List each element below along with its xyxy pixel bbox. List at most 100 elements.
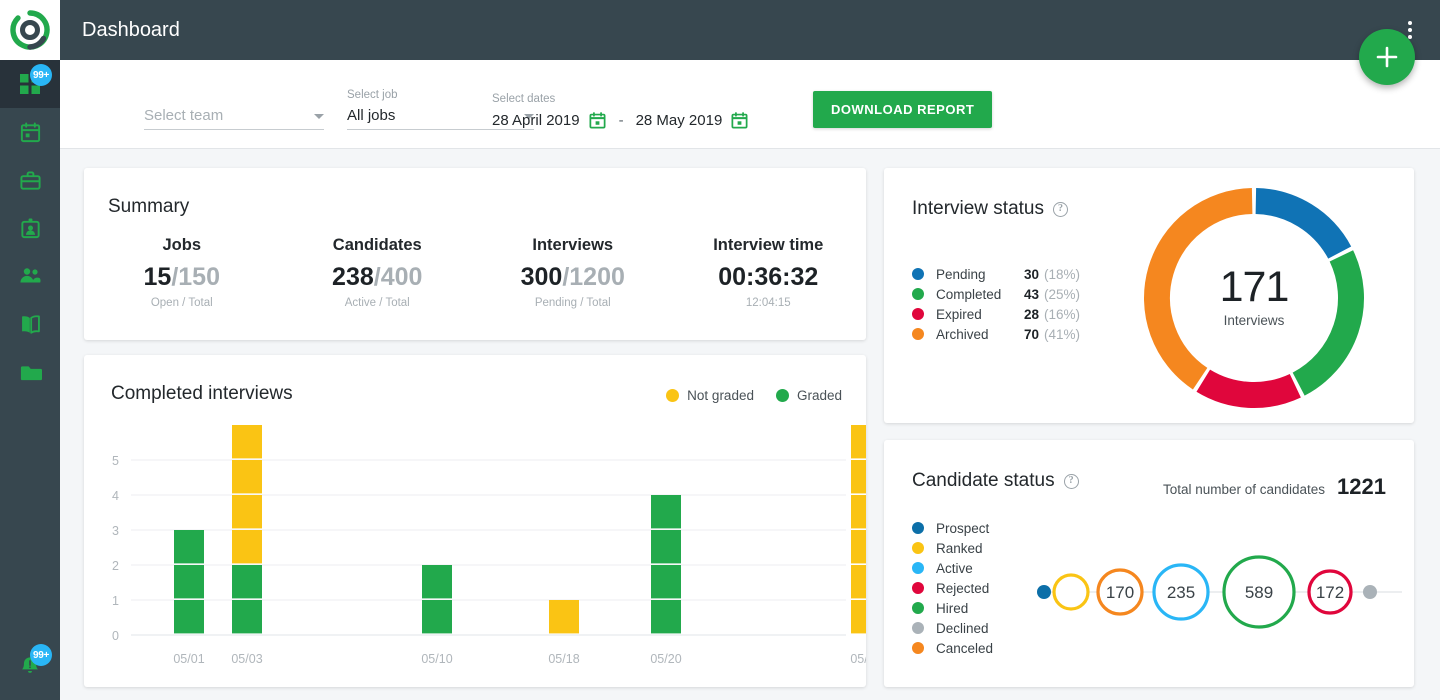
candidate-status-title-text: Candidate status bbox=[912, 470, 1055, 491]
interview-legend-row[interactable]: Completed 43 (25%) bbox=[912, 284, 1080, 304]
sidebar-item-library[interactable] bbox=[0, 300, 60, 348]
bar-segment[interactable] bbox=[422, 565, 452, 599]
chevron-down-icon bbox=[314, 114, 324, 119]
bar-segment[interactable] bbox=[851, 425, 881, 459]
summary-stat-label: Jobs bbox=[162, 236, 201, 254]
candidate-legend-row[interactable]: Hired bbox=[912, 598, 993, 618]
x-axis-tick-label: 05/01 bbox=[173, 652, 204, 666]
bar-chart-plot: 0 1 2 3 4 5 05/01 05/03 05/10 05/18 05/20 05/29 bbox=[84, 417, 882, 679]
legend-count: 28 bbox=[1024, 306, 1040, 322]
bar-segment[interactable] bbox=[232, 600, 262, 634]
bar-segment[interactable] bbox=[174, 565, 204, 599]
y-axis-tick-label: 5 bbox=[112, 454, 119, 468]
bar-segment[interactable] bbox=[851, 565, 881, 599]
bar-segment[interactable] bbox=[232, 425, 262, 459]
legend-count: 70 bbox=[1024, 326, 1040, 342]
bar-segment[interactable] bbox=[851, 460, 881, 494]
date-from-value[interactable]: 28 April 2019 bbox=[492, 112, 580, 129]
candidate-legend-row[interactable]: Ranked bbox=[912, 538, 993, 558]
sidebar-item-dashboard[interactable]: 99+ bbox=[0, 60, 60, 108]
bar-segment[interactable] bbox=[232, 460, 262, 494]
legend-count: 43 bbox=[1024, 286, 1040, 302]
legend-percent: (16%) bbox=[1044, 306, 1081, 322]
bar-segment[interactable] bbox=[232, 530, 262, 564]
candidate-legend-row[interactable]: Active bbox=[912, 558, 993, 578]
team-select[interactable]: Select team bbox=[144, 107, 324, 130]
bar-segment[interactable] bbox=[232, 495, 262, 529]
chart-legend: Not graded Graded bbox=[666, 388, 842, 403]
interview-status-title-text: Interview status bbox=[912, 198, 1044, 219]
bubble[interactable] bbox=[1052, 573, 1090, 611]
users-icon bbox=[20, 268, 41, 283]
legend-color-dot bbox=[912, 328, 924, 340]
legend-label: Not graded bbox=[687, 388, 754, 403]
bar-segment[interactable] bbox=[174, 530, 204, 564]
bar-segment[interactable] bbox=[851, 600, 881, 634]
candidate-legend-row[interactable]: Prospect bbox=[912, 518, 993, 538]
legend-label: Pending bbox=[936, 266, 986, 282]
total-candidates: Total number of candidates 1221 bbox=[1163, 474, 1386, 500]
notifications-button[interactable]: 99+ bbox=[0, 642, 60, 690]
donut-segment[interactable] bbox=[1255, 188, 1352, 260]
legend-color-dot bbox=[912, 268, 924, 280]
calendar-icon[interactable] bbox=[730, 111, 749, 130]
date-to-value[interactable]: 28 May 2019 bbox=[636, 112, 723, 129]
candidate-status-legend: Prospect Ranked Active Rejected Hired Decline… bbox=[912, 518, 993, 658]
sidebar-item-jobs[interactable] bbox=[0, 156, 60, 204]
legend-percent: (25%) bbox=[1044, 286, 1081, 302]
chart-title: Completed interviews bbox=[111, 383, 293, 404]
sidebar-item-teams[interactable] bbox=[0, 252, 60, 300]
interview-legend-row[interactable]: Pending 30 (18%) bbox=[912, 264, 1080, 284]
book-icon bbox=[21, 314, 40, 334]
bar-segment[interactable] bbox=[549, 600, 579, 634]
bar-segment[interactable] bbox=[851, 530, 881, 564]
bubble-value: 589 bbox=[1245, 583, 1273, 602]
bubble-value: 235 bbox=[1167, 583, 1195, 602]
bar-segment[interactable] bbox=[651, 495, 681, 529]
candidate-legend-row[interactable]: Canceled bbox=[912, 638, 993, 658]
bar-segment[interactable] bbox=[651, 565, 681, 599]
team-select-value: Select team bbox=[144, 107, 224, 124]
candidate-status-card: Candidate status? Total number of candid… bbox=[884, 440, 1414, 687]
sidebar-item-candidates[interactable] bbox=[0, 204, 60, 252]
help-circle-icon[interactable]: ? bbox=[1053, 201, 1068, 217]
summary-stat-primary: 300 bbox=[520, 263, 563, 291]
legend-label: Archived bbox=[936, 326, 989, 342]
bubble[interactable] bbox=[1363, 585, 1377, 599]
sidebar-item-calendar[interactable] bbox=[0, 108, 60, 156]
summary-card: Summary Jobs 15/150 Open / Total Candidates… bbox=[84, 168, 866, 340]
chart-legend-item[interactable]: Not graded bbox=[666, 388, 754, 403]
candidate-legend-row[interactable]: Declined bbox=[912, 618, 993, 638]
sidebar-item-files[interactable] bbox=[0, 348, 60, 396]
bar-segment[interactable] bbox=[232, 565, 262, 599]
add-button[interactable] bbox=[1359, 29, 1415, 85]
team-filter-label bbox=[144, 89, 324, 103]
summary-stats: Jobs 15/150 Open / Total Candidates 238/400 A… bbox=[84, 236, 866, 309]
legend-label: Active bbox=[936, 560, 973, 576]
interview-legend-row[interactable]: Expired 28 (16%) bbox=[912, 304, 1080, 324]
chart-legend-item[interactable]: Graded bbox=[775, 388, 842, 403]
donut-segment[interactable] bbox=[1196, 369, 1301, 408]
help-circle-icon[interactable]: ? bbox=[1063, 473, 1079, 489]
legend-count: 30 bbox=[1024, 266, 1040, 282]
legend-label: Completed bbox=[936, 286, 1002, 302]
candidate-legend-row[interactable]: Rejected bbox=[912, 578, 993, 598]
summary-stat-sub: Pending / Total bbox=[534, 297, 611, 309]
calendar-icon[interactable] bbox=[588, 111, 607, 130]
interview-legend-row[interactable]: Archived 70 (41%) bbox=[912, 324, 1080, 344]
bar-segment[interactable] bbox=[851, 495, 881, 529]
calendar-icon bbox=[20, 121, 40, 142]
bar-segment[interactable] bbox=[174, 600, 204, 634]
bar-segment[interactable] bbox=[422, 600, 452, 634]
bar-segment[interactable] bbox=[651, 600, 681, 634]
legend-label: Ranked bbox=[936, 540, 983, 556]
download-report-button[interactable]: DOWNLOAD REPORT bbox=[813, 91, 993, 128]
summary-stat-primary: 238 bbox=[332, 263, 374, 291]
bar-segment[interactable] bbox=[651, 530, 681, 564]
bubble[interactable] bbox=[1037, 585, 1051, 599]
y-axis-tick-label: 4 bbox=[112, 489, 119, 503]
legend-label: Expired bbox=[936, 306, 982, 322]
app-logo[interactable] bbox=[0, 0, 60, 60]
legend-color-dot bbox=[912, 602, 924, 614]
legend-label: Declined bbox=[936, 620, 989, 636]
